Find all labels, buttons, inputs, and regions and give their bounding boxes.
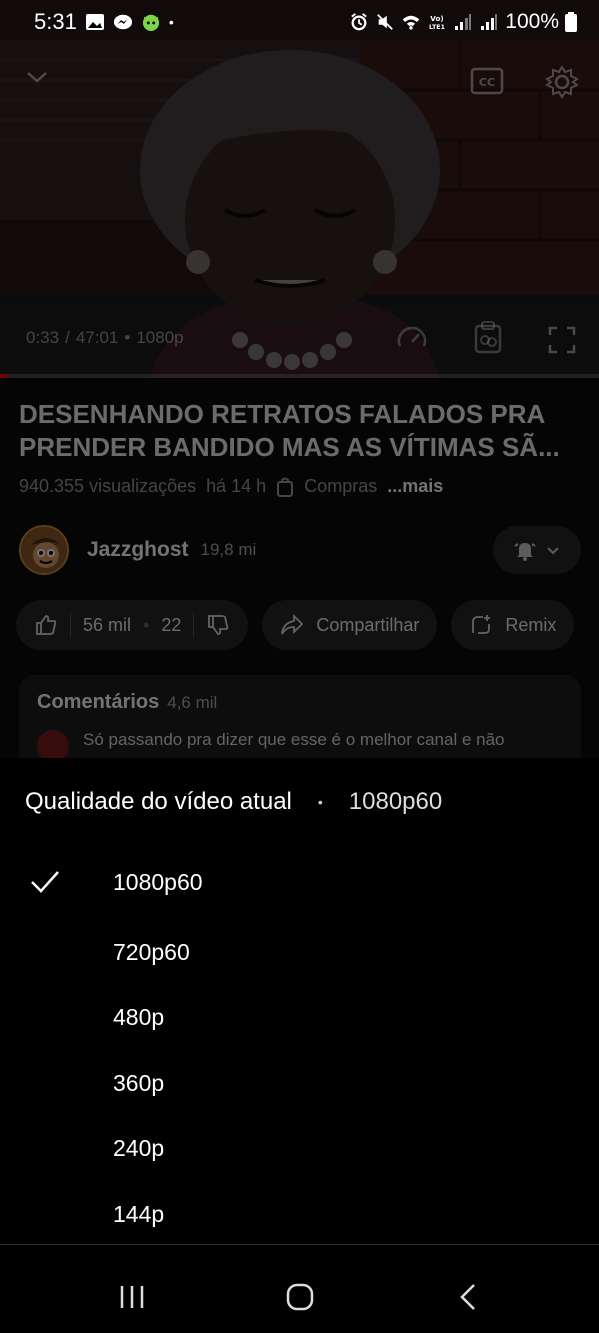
avatar-image <box>21 527 67 573</box>
status-bar: 5:31 • Vo) LTE1 100% <box>0 0 599 44</box>
clip-icon[interactable] <box>472 320 504 354</box>
back-icon[interactable] <box>458 1283 478 1311</box>
cat-app-icon <box>142 14 159 31</box>
pill-divider <box>70 613 71 637</box>
comments-count: 4,6 mil <box>167 693 218 712</box>
status-time: 5:31 <box>34 9 77 34</box>
video-title[interactable]: DESENHANDO RETRATOS FALADOS PRA PRENDER … <box>19 398 579 464</box>
image-icon <box>85 14 104 30</box>
quality-option-label: 480p <box>113 1003 165 1030</box>
bell-icon <box>514 543 536 561</box>
like-dislike-pill: 56 mil • 22 <box>16 600 249 650</box>
quality-option-label: 144p <box>113 1200 165 1227</box>
video-player[interactable]: CC 0:33 / 47:01 • 1080p <box>0 0 599 378</box>
time-total: 47:01 <box>75 328 119 347</box>
chevron-down-icon <box>547 547 559 555</box>
time-separator: / <box>65 328 70 347</box>
current-quality: 1080p60 <box>348 788 443 815</box>
view-count: 940.355 visualizações <box>19 476 197 496</box>
header-separator: • <box>317 794 323 810</box>
time-current: 0:33 <box>26 328 60 347</box>
chevron-down-icon[interactable] <box>22 62 52 92</box>
closed-captions-icon[interactable]: CC <box>470 66 504 96</box>
subscriber-count: 19,8 mi <box>200 540 257 559</box>
quality-option-480p[interactable]: 480p <box>0 989 599 1045</box>
svg-text:Vo): Vo) <box>431 14 444 23</box>
quality-option-720p60[interactable]: 720p60 <box>0 924 599 980</box>
remix-icon <box>472 615 491 634</box>
quality-option-240p[interactable]: 240p <box>0 1120 599 1176</box>
remix-button[interactable]: Remix <box>451 600 575 650</box>
sheet-header: Qualidade do vídeo atual • 1080p60 <box>25 788 442 816</box>
share-icon <box>281 614 304 635</box>
fullscreen-icon[interactable] <box>548 326 576 354</box>
quality-option-1080p60[interactable]: 1080p60 <box>0 854 599 910</box>
checkmark-icon <box>31 871 59 893</box>
dislike-icon[interactable] <box>206 613 230 637</box>
battery-percent: 100% <box>505 10 559 33</box>
battery-icon <box>565 12 577 32</box>
like-icon[interactable] <box>34 613 58 637</box>
pill-divider <box>193 613 195 637</box>
shopping-bag-icon <box>277 477 294 497</box>
dot-separator: • <box>143 614 150 635</box>
quality-option-label: 720p60 <box>113 938 190 965</box>
alarm-icon <box>351 13 368 31</box>
share-button[interactable]: Compartilhar <box>262 600 438 650</box>
sheet-title: Qualidade do vídeo atual <box>25 788 292 815</box>
commenter-avatar <box>37 730 69 758</box>
wifi-icon <box>402 15 420 30</box>
action-bar: 56 mil • 22 Compartilhar Remix <box>16 600 575 650</box>
share-label: Compartilhar <box>316 614 420 635</box>
quality-option-144p[interactable]: 144p <box>0 1186 599 1242</box>
quality-sheet: Qualidade do vídeo atual • 1080p60 1080p… <box>0 758 599 1244</box>
playback-speed-icon[interactable] <box>396 322 428 354</box>
messenger-icon <box>113 14 132 30</box>
quality-badge: 1080p <box>136 328 184 347</box>
quality-option-label: 240p <box>113 1134 165 1161</box>
remix-label: Remix <box>505 614 557 635</box>
time-display: 0:33 / 47:01 • 1080p <box>26 328 184 348</box>
dislike-related-count: 22 <box>161 614 182 635</box>
video-details: DESENHANDO RETRATOS FALADOS PRA PRENDER … <box>0 378 599 758</box>
video-meta[interactable]: 940.355 visualizações há 14 h Compras ..… <box>19 476 443 497</box>
system-nav-bar <box>0 1245 599 1333</box>
comments-preview[interactable]: Comentários 4,6 mil Só passando pra dize… <box>19 675 581 758</box>
settings-gear-icon[interactable] <box>544 64 580 100</box>
home-icon[interactable] <box>286 1283 314 1311</box>
svg-text:CC: CC <box>479 76 495 89</box>
channel-name[interactable]: Jazzghost <box>87 538 189 562</box>
volte-icon: Vo) LTE1 <box>429 14 445 31</box>
upload-age: há 14 h <box>206 476 267 496</box>
signal-icon <box>481 14 498 30</box>
channel-row[interactable]: Jazzghost 19,8 mi <box>19 524 581 576</box>
comments-header: Comentários <box>37 691 160 713</box>
svg-text:LTE1: LTE1 <box>429 24 445 31</box>
like-count[interactable]: 56 mil <box>83 615 131 636</box>
more-link[interactable]: ...mais <box>387 476 443 497</box>
signal-icon <box>455 14 472 30</box>
quality-option-360p[interactable]: 360p <box>0 1055 599 1111</box>
top-comment-text: Só passando pra dizer que esse é o melho… <box>83 730 505 749</box>
recent-apps-icon[interactable] <box>118 1285 146 1309</box>
quality-option-label: 1080p60 <box>113 868 203 895</box>
quality-option-label: 360p <box>113 1069 165 1096</box>
time-dot: • <box>124 328 131 347</box>
shopping-label: Compras <box>304 476 378 496</box>
mute-icon <box>377 14 394 30</box>
channel-avatar[interactable] <box>19 525 69 575</box>
notification-bell-button[interactable] <box>493 526 581 574</box>
notification-dot-icon: • <box>168 14 174 30</box>
